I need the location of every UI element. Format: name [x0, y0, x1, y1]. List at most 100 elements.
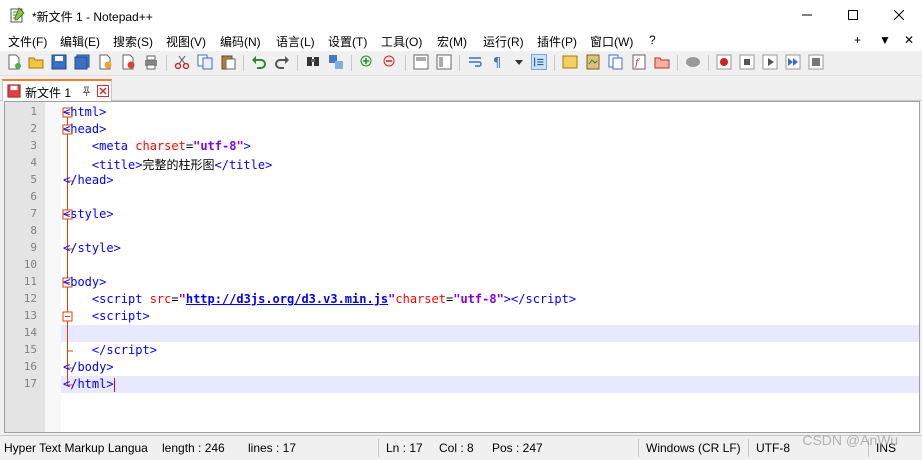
menu-window[interactable]: 窗口(W)	[590, 33, 633, 50]
copy-icon[interactable]	[197, 54, 213, 70]
status-ln: Ln : 17	[386, 441, 423, 455]
menu-search[interactable]: 搜索(S)	[113, 33, 153, 50]
toolbar-separator	[297, 55, 298, 71]
code-line-4: <title>完整的柱形图</title>	[91, 158, 273, 172]
toolbar-separator	[708, 55, 709, 71]
document-list-icon[interactable]	[608, 54, 624, 70]
playback-macro-icon[interactable]	[762, 54, 778, 70]
open-file-icon[interactable]	[28, 54, 44, 70]
unsaved-file-icon	[7, 84, 21, 98]
toolbar-separator	[554, 55, 555, 71]
redo-icon[interactable]	[274, 54, 290, 70]
minimize-icon	[802, 14, 812, 16]
close-document-button[interactable]: ✕	[904, 33, 914, 47]
document-tab-bar: 新文件 1	[0, 76, 922, 101]
replace-icon[interactable]	[328, 54, 344, 70]
close-file-icon[interactable]	[97, 54, 113, 70]
menu-language[interactable]: 语言(L)	[276, 33, 315, 50]
line-number: 7	[30, 207, 37, 220]
monitoring-icon[interactable]	[685, 54, 701, 70]
zoom-in-icon[interactable]	[359, 54, 375, 70]
menu-help[interactable]: ?	[649, 33, 656, 47]
run-macro-multiple-icon[interactable]	[785, 54, 801, 70]
notepadpp-app-icon	[10, 7, 25, 23]
dropdown-arrow-icon[interactable]	[511, 54, 527, 70]
line-number: 8	[30, 224, 37, 237]
menu-tools[interactable]: 工具(O)	[381, 33, 422, 50]
toolbar-separator	[166, 55, 167, 71]
new-tab-plus-button[interactable]: +	[854, 33, 861, 47]
menu-run[interactable]: 运行(R)	[483, 33, 524, 50]
line-number: 17	[23, 377, 37, 390]
svg-text:¶: ¶	[493, 56, 501, 70]
cut-icon[interactable]	[174, 54, 190, 70]
undo-icon[interactable]	[251, 54, 267, 70]
indent-guide-icon[interactable]	[531, 54, 547, 70]
paste-icon[interactable]	[220, 54, 236, 70]
minimize-button[interactable]	[784, 0, 830, 30]
zoom-out-icon[interactable]	[382, 54, 398, 70]
line-number: 2	[30, 122, 37, 135]
show-all-characters-icon[interactable]: ¶	[490, 54, 506, 70]
document-map-icon[interactable]	[585, 54, 601, 70]
menu-edit[interactable]: 编辑(E)	[60, 33, 100, 50]
watermark: CSDN @AnWu	[802, 432, 898, 448]
maximize-icon	[848, 10, 858, 20]
sync-vertical-icon[interactable]	[413, 54, 429, 70]
folder-as-workspace-icon[interactable]	[654, 54, 670, 70]
user-defined-language-icon[interactable]	[562, 54, 578, 70]
status-pos: Pos : 247	[492, 441, 543, 455]
stop-recording-icon[interactable]	[739, 54, 755, 70]
toolbar-separator	[243, 55, 244, 71]
menu-macro[interactable]: 宏(M)	[437, 33, 467, 50]
code-line-9: </style>	[63, 241, 121, 255]
line-number: 3	[30, 139, 37, 152]
tab-new-file-1[interactable]: 新文件 1	[2, 79, 112, 101]
close-tab-icon[interactable]	[97, 85, 109, 97]
print-icon[interactable]	[143, 54, 159, 70]
menu-plugins[interactable]: 插件(P)	[537, 33, 577, 50]
new-file-icon[interactable]	[6, 54, 22, 70]
toolbar-separator	[459, 55, 460, 71]
close-button[interactable]	[876, 0, 922, 30]
code-editor[interactable]: 1 2 3 4 5 6 7 8 9 10 11 12 13 14 15 16 1…	[4, 101, 920, 433]
save-macro-icon[interactable]	[808, 54, 824, 70]
line-number: 6	[30, 190, 37, 203]
tab-list-dropdown-button[interactable]: ▼	[879, 33, 891, 47]
code-line-11: <body>	[63, 275, 107, 289]
line-number: 11	[23, 275, 37, 288]
status-eol[interactable]: Windows (CR LF)	[646, 441, 741, 455]
close-all-icon[interactable]	[120, 54, 136, 70]
pin-icon[interactable]	[81, 86, 92, 97]
menu-view[interactable]: 视图(V)	[166, 33, 206, 50]
code-line-7: <style>	[63, 207, 114, 221]
sync-horizontal-icon[interactable]	[436, 54, 452, 70]
tab-label: 新文件 1	[25, 86, 72, 100]
status-col: Col : 8	[439, 441, 474, 455]
menu-settings[interactable]: 设置(T)	[328, 33, 367, 50]
maximize-button[interactable]	[830, 0, 876, 30]
menu-encoding[interactable]: 编码(N)	[220, 33, 261, 50]
status-bar: Hyper Text Markup Langua length : 246 li…	[0, 435, 922, 460]
active-line-highlight	[61, 376, 919, 393]
menu-file[interactable]: 文件(F)	[8, 33, 47, 50]
toolbar-separator	[405, 55, 406, 71]
fold-margin	[45, 102, 61, 432]
line-number: 1	[30, 105, 37, 118]
line-number: 4	[30, 156, 37, 169]
line-number: 15	[23, 343, 37, 356]
save-icon[interactable]	[51, 54, 67, 70]
find-icon[interactable]	[305, 54, 321, 70]
status-language: Hyper Text Markup Langua	[4, 441, 148, 455]
code-line-2: <head>	[63, 122, 107, 136]
record-macro-icon[interactable]	[716, 54, 732, 70]
code-line-16: </body>	[63, 360, 114, 374]
word-wrap-icon[interactable]	[467, 54, 483, 70]
function-list-icon[interactable]: f	[631, 54, 647, 70]
status-encoding[interactable]: UTF-8	[756, 441, 790, 455]
save-all-icon[interactable]	[74, 54, 90, 70]
script-src-link[interactable]: http://d3js.org/d3.v3.min.js	[186, 292, 388, 306]
code-line-13: <script>	[91, 309, 150, 323]
line-number: 16	[23, 360, 37, 373]
code-line-3: <meta charset="utf-8">	[91, 139, 251, 153]
